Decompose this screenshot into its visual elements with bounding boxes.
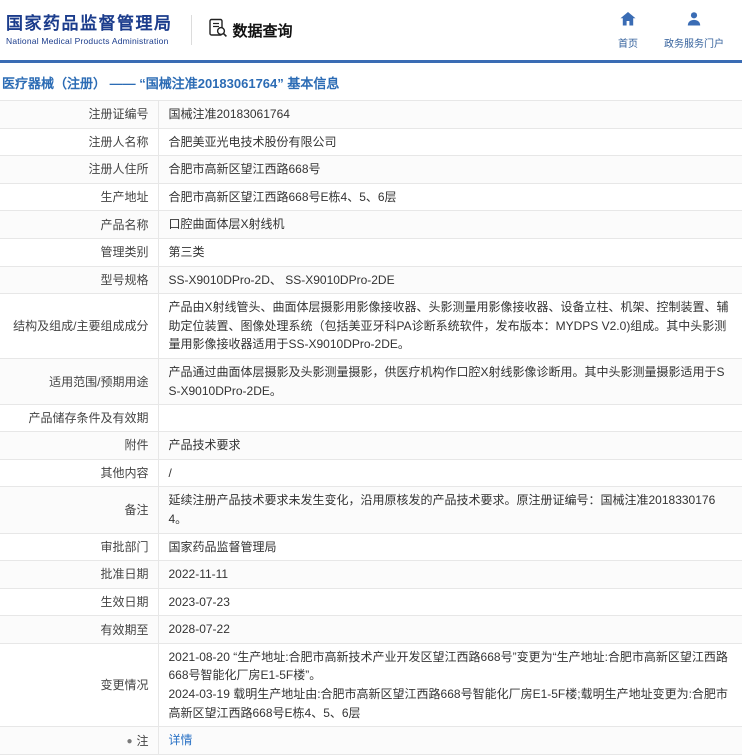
data-query-nav[interactable]: 数据查询 <box>208 18 293 43</box>
nav-home[interactable]: 首页 <box>618 10 638 50</box>
info-table: 注册证编号 国械注准20183061764 注册人名称 合肥美亚光电技术股份有限… <box>0 100 742 755</box>
table-row: 结构及组成/主要组成成分 产品由X射线管头、曲面体层摄影用影像接收器、头影测量用… <box>0 293 742 359</box>
row-label-text: 附件 <box>124 438 149 453</box>
row-label-text: 批准日期 <box>100 567 149 582</box>
row-label: 注册证编号 <box>0 100 159 129</box>
table-row: 注册人住所 合肥市高新区望江西路668号 <box>0 155 742 184</box>
row-value: 国家药品监督管理局 <box>168 539 277 554</box>
row-label-text: 备注 <box>124 502 149 517</box>
row-label: 结构及组成/主要组成成分 <box>0 293 159 359</box>
table-row: 有效期至 2028-07-22 <box>0 615 742 644</box>
row-label-text: 审批部门 <box>100 539 149 554</box>
table-row: 管理类别 第三类 <box>0 238 742 267</box>
row-label: 型号规格 <box>0 266 159 294</box>
row-label-text: 变更情况 <box>100 678 149 693</box>
row-value: 2021-08-20 “生产地址:合肥市高新技术产业开发区望江西路668号”变更… <box>168 649 728 720</box>
table-row: 产品储存条件及有效期 <box>0 404 742 432</box>
row-label-text: 产品名称 <box>100 217 149 232</box>
site-title: 国家药品监督管理局 <box>6 13 173 33</box>
table-row: 批准日期 2022-11-11 <box>0 560 742 589</box>
row-label-text: 产品储存条件及有效期 <box>28 411 149 426</box>
row-label: 批准日期 <box>0 560 159 589</box>
data-query-label: 数据查询 <box>232 22 293 40</box>
row-value: SS-X9010DPro-2D、 SS-X9010DPro-2DE <box>168 272 395 287</box>
row-label-text: 生产地址 <box>100 190 149 205</box>
row-value: 2028-07-22 <box>168 622 230 637</box>
table-row: 其他内容 / <box>0 459 742 487</box>
row-label: 产品名称 <box>0 210 159 239</box>
table-row: 审批部门 国家药品监督管理局 <box>0 533 742 561</box>
table-row: 产品名称 口腔曲面体层X射线机 <box>0 210 742 239</box>
site-subtitle: National Medical Products Administration <box>6 36 169 47</box>
row-label: ● 注 <box>0 726 159 755</box>
row-value: 合肥市高新区望江西路668号 <box>168 162 321 177</box>
nav-portal[interactable]: 政务服务门户 <box>664 10 724 50</box>
row-label: 注册人住所 <box>0 155 159 184</box>
row-label-text: 其他内容 <box>100 466 149 481</box>
row-value: 延续注册产品技术要求未发生变化，沿用原核发的产品技术要求。原注册证编号：国械注准… <box>168 493 716 526</box>
row-value: 2022-11-11 <box>168 567 229 582</box>
row-value: 详情 <box>158 727 742 755</box>
note-icon: ● <box>126 735 133 747</box>
row-label-text: 结构及组成/主要组成成分 <box>13 319 149 334</box>
table-row: ● 注 详情 <box>0 726 742 755</box>
row-label: 产品储存条件及有效期 <box>0 404 159 432</box>
row-label-text: 注册人住所 <box>88 162 149 177</box>
row-value: / <box>168 465 172 480</box>
row-label: 变更情况 <box>0 643 159 727</box>
detail-link[interactable]: 详情 <box>169 733 193 747</box>
table-row: 型号规格 SS-X9010DPro-2D、 SS-X9010DPro-2DE <box>0 266 742 294</box>
row-value: 产品由X射线管头、曲面体层摄影用影像接收器、头影测量用影像接收器、设备立柱、机架… <box>168 300 729 352</box>
row-label-text: 管理类别 <box>100 245 149 260</box>
header-nav: 首页 政务服务门户 <box>618 10 728 50</box>
row-value: 2023-07-23 <box>168 594 230 609</box>
portal-icon <box>685 10 703 33</box>
row-label: 备注 <box>0 486 159 533</box>
row-value: 口腔曲面体层X射线机 <box>168 217 285 232</box>
row-label-text: 注册证编号 <box>88 107 149 122</box>
table-row: 变更情况 2021-08-20 “生产地址:合肥市高新技术产业开发区望江西路66… <box>0 643 742 727</box>
nav-portal-label: 政务服务门户 <box>664 39 724 50</box>
row-value: 合肥市高新区望江西路668号E栋4、5、6层 <box>168 189 397 204</box>
info-table-body: 注册证编号 国械注准20183061764 注册人名称 合肥美亚光电技术股份有限… <box>0 100 742 755</box>
nav-home-label: 首页 <box>618 39 638 50</box>
row-value: 国械注准20183061764 <box>168 107 290 121</box>
breadcrumb: 医疗器械（注册） —— “国械注准20183061764” 基本信息 <box>2 76 340 91</box>
row-value: 第三类 <box>168 244 205 259</box>
row-label: 生产地址 <box>0 183 159 211</box>
row-label-text: 型号规格 <box>100 272 149 287</box>
header-divider <box>190 15 192 45</box>
home-icon <box>619 10 637 33</box>
row-label: 管理类别 <box>0 238 159 267</box>
row-label: 有效期至 <box>0 615 159 644</box>
row-value <box>158 405 742 432</box>
row-value: 产品通过曲面体层摄影及头影测量摄影，供医疗机构作口腔X射线影像诊断用。其中头影测… <box>168 364 725 398</box>
table-row: 生产地址 合肥市高新区望江西路668号E栋4、5、6层 <box>0 183 742 211</box>
table-row: 注册人名称 合肥美亚光电技术股份有限公司 <box>0 128 742 156</box>
table-row: 备注 延续注册产品技术要求未发生变化，沿用原核发的产品技术要求。原注册证编号：国… <box>0 486 742 533</box>
row-label: 审批部门 <box>0 533 159 561</box>
row-label: 适用范围/预期用途 <box>0 358 159 405</box>
row-label: 附件 <box>0 431 159 460</box>
row-value: 合肥美亚光电技术股份有限公司 <box>168 134 337 149</box>
row-label: 生效日期 <box>0 588 159 616</box>
data-query-icon <box>208 18 228 43</box>
table-row: 生效日期 2023-07-23 <box>0 588 742 616</box>
row-label-text: 适用范围/预期用途 <box>49 374 149 389</box>
row-label: 注册人名称 <box>0 128 159 156</box>
site-logo[interactable]: 国家药品监督管理局 National Medical Products Admi… <box>6 14 173 46</box>
table-row: 适用范围/预期用途 产品通过曲面体层摄影及头影测量摄影，供医疗机构作口腔X射线影… <box>0 358 742 405</box>
row-label-text: 注册人名称 <box>88 134 149 149</box>
table-row: 注册证编号 国械注准20183061764 <box>0 100 742 129</box>
row-value: 产品技术要求 <box>168 438 241 453</box>
row-label-text: 有效期至 <box>100 622 149 637</box>
row-label-text: 注 <box>136 733 149 748</box>
row-label: 其他内容 <box>0 459 159 487</box>
table-row: 附件 产品技术要求 <box>0 431 742 460</box>
site-header: 国家药品监督管理局 National Medical Products Admi… <box>0 0 742 60</box>
